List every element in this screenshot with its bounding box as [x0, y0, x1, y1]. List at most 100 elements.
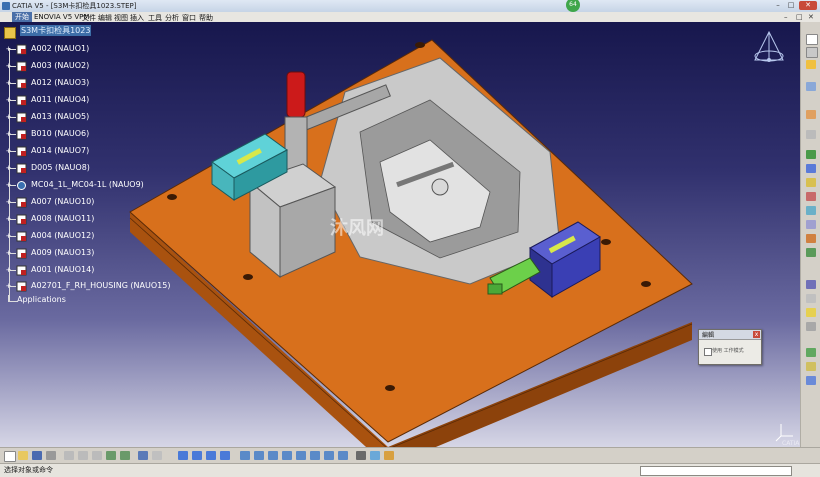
- close-button[interactable]: ✕: [799, 1, 817, 10]
- part-icon: [16, 197, 27, 208]
- 3d-viewport[interactable]: S3M卡扣检具1023 +A002 (NAUO1) +A003 (NAUO2) …: [0, 22, 800, 447]
- tree-branch: [8, 66, 16, 67]
- pan-icon[interactable]: [206, 451, 216, 460]
- component-icon[interactable]: [806, 60, 816, 69]
- clash-icon[interactable]: [806, 308, 816, 317]
- sectioning-icon[interactable]: [806, 322, 816, 331]
- material-icon[interactable]: [356, 451, 366, 460]
- hole: [601, 239, 611, 245]
- zoom-in-icon[interactable]: [240, 451, 250, 460]
- bottom-toolbar: [0, 447, 820, 464]
- product-icon[interactable]: [806, 47, 818, 58]
- text-icon[interactable]: [806, 362, 816, 371]
- doc-restore-button[interactable]: □: [796, 13, 803, 21]
- scenes-icon[interactable]: [806, 280, 816, 289]
- tree-node-label: B010 (NAUO6): [31, 129, 90, 138]
- part-icon: [16, 78, 27, 89]
- tree-branch: [8, 49, 16, 50]
- product-icon: [4, 27, 16, 39]
- undo-icon[interactable]: [106, 451, 116, 460]
- applications-label: Applications: [17, 295, 66, 304]
- fix-icon[interactable]: [806, 150, 816, 159]
- right-toolbar: [800, 22, 820, 447]
- part-icon: [16, 231, 27, 242]
- multi-view-icon[interactable]: [282, 451, 292, 460]
- dialog-title: 編輯: [702, 332, 715, 339]
- minimize-button[interactable]: –: [772, 1, 784, 10]
- constraint-icon[interactable]: [806, 110, 816, 119]
- part-icon: [16, 163, 27, 174]
- clamp-handle: [286, 71, 306, 118]
- catia-app-icon: [2, 2, 10, 10]
- properties-icon[interactable]: [370, 451, 380, 460]
- part-icon: [16, 214, 27, 225]
- coincidence-icon[interactable]: [806, 164, 816, 173]
- manipulate-icon[interactable]: [806, 82, 816, 91]
- copy-icon[interactable]: [78, 451, 88, 460]
- dialog-title-bar[interactable]: 編輯 x: [699, 330, 761, 340]
- hide-show-icon[interactable]: [324, 451, 334, 460]
- tree-branch: [8, 202, 16, 203]
- redo-icon[interactable]: [120, 451, 130, 460]
- compass-icon[interactable]: [747, 30, 791, 68]
- annotation-icon[interactable]: [806, 348, 816, 357]
- print-icon[interactable]: [46, 451, 56, 460]
- tree-branch: [8, 185, 16, 186]
- part-icon: [16, 146, 27, 157]
- tree-branch: [8, 151, 16, 152]
- fit-all-icon[interactable]: [192, 451, 202, 460]
- fly-mode-icon[interactable]: [178, 451, 188, 460]
- save-icon[interactable]: [32, 451, 42, 460]
- status-prompt: 选择对象或命令: [4, 466, 53, 474]
- command-input[interactable]: [640, 466, 792, 476]
- green-pin: [487, 283, 503, 295]
- formula-icon[interactable]: [152, 451, 162, 460]
- shading-icon[interactable]: [310, 451, 320, 460]
- reuse-pattern-icon[interactable]: [806, 234, 816, 243]
- tree-branch: [8, 253, 16, 254]
- zoom-out-icon[interactable]: [254, 451, 264, 460]
- measure-icon[interactable]: [806, 248, 816, 257]
- whats-this-icon[interactable]: [138, 451, 148, 460]
- catalog-icon[interactable]: [806, 376, 816, 385]
- maximize-button[interactable]: □: [785, 1, 797, 10]
- tree-node-label: A009 (NAUO13): [31, 248, 95, 257]
- swap-visible-space-icon[interactable]: [338, 451, 348, 460]
- cut-icon[interactable]: [64, 451, 74, 460]
- tree-branch: [8, 134, 16, 135]
- dialog-close-button[interactable]: x: [753, 331, 760, 338]
- tree-node-label: A007 (NAUO10): [31, 197, 95, 206]
- menu-start[interactable]: 开始: [12, 12, 32, 22]
- tree-branch: [8, 100, 16, 101]
- paste-icon[interactable]: [92, 451, 102, 460]
- rotate-icon[interactable]: [220, 451, 230, 460]
- dialog-checkbox[interactable]: [704, 348, 712, 356]
- tree-node-label: D005 (NAUO8): [31, 163, 90, 172]
- part-icon: [16, 265, 27, 276]
- window-title: CATIA V5 - [S3M卡扣检具1023.STEP]: [12, 2, 137, 10]
- edit-dialog: 編輯 x 使用 工作模式: [698, 329, 762, 365]
- tree-branch: [8, 236, 16, 237]
- normal-view-icon[interactable]: [268, 451, 278, 460]
- tree-branch: [8, 168, 16, 169]
- part-icon: [16, 112, 27, 123]
- angle-icon[interactable]: [806, 206, 816, 215]
- update-icon[interactable]: [806, 220, 816, 229]
- catalog-browser-icon[interactable]: [384, 451, 394, 460]
- notification-badge[interactable]: 64: [566, 0, 580, 12]
- new-icon[interactable]: [4, 451, 16, 462]
- tree-node-label: A02701_F_RH_HOUSING (NAUO15): [31, 281, 171, 290]
- doc-close-button[interactable]: ✕: [808, 13, 814, 21]
- offset-icon[interactable]: [806, 192, 816, 201]
- explode-icon[interactable]: [806, 294, 816, 303]
- axis-triad-icon: [775, 424, 793, 442]
- doc-minimize-button[interactable]: –: [784, 13, 788, 21]
- snap-icon[interactable]: [806, 130, 816, 139]
- tree-node-label: A014 (NAUO7): [31, 146, 90, 155]
- contact-icon[interactable]: [806, 178, 816, 187]
- tree-branch: [8, 219, 16, 220]
- open-icon[interactable]: [18, 451, 28, 460]
- iso-view-icon[interactable]: [296, 451, 306, 460]
- new-part-icon[interactable]: [806, 34, 818, 45]
- tree-root-label: S3M卡扣检具1023: [20, 25, 92, 36]
